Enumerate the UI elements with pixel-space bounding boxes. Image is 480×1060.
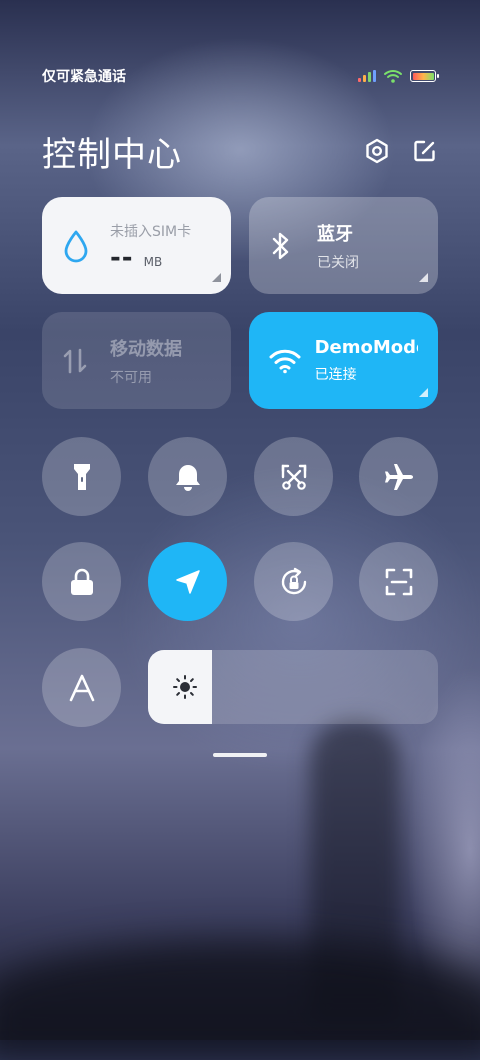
flashlight-icon	[73, 463, 90, 490]
wifi-icon	[269, 349, 301, 373]
home-indicator[interactable]	[213, 753, 267, 757]
bluetooth-text: 蓝牙 已关闭	[317, 220, 359, 272]
status-icons	[358, 69, 439, 83]
page-title: 控制中心	[42, 134, 182, 175]
wifi-tile[interactable]: DemoMode 已连接	[249, 312, 438, 409]
letter-a-icon	[69, 674, 94, 701]
data-usage-value: --	[110, 242, 134, 271]
carrier-status-text: 仅可紧急通话	[42, 69, 126, 85]
ringer-toggle[interactable]	[148, 437, 227, 516]
wifi-status: 已连接	[314, 367, 357, 383]
screenshot-toggle[interactable]	[254, 437, 333, 516]
mobile-data-text: 移动数据 不可用	[110, 335, 182, 387]
control-center-header: 控制中心	[42, 126, 438, 176]
bluetooth-icon-wrap	[269, 231, 309, 261]
edit-icon	[414, 140, 435, 162]
battery-icon	[410, 70, 439, 82]
data-usage-icon-wrap	[62, 229, 102, 263]
mobile-data-arrows-icon	[63, 348, 87, 373]
lock-screen-toggle[interactable]	[42, 542, 121, 621]
auto-brightness-toggle[interactable]	[42, 648, 121, 727]
signal-bars-icon	[358, 70, 376, 82]
expand-corner-icon	[419, 388, 428, 397]
battery-level	[412, 72, 434, 80]
data-value-row: -- MB	[110, 245, 191, 271]
expand-corner-icon	[212, 273, 221, 282]
airplane-icon	[384, 463, 413, 490]
water-drop-icon	[64, 230, 88, 262]
data-usage-tile[interactable]: 未插入SIM卡 -- MB	[42, 197, 231, 294]
mobile-data-title: 移动数据	[110, 338, 182, 360]
rotation-lock-icon	[281, 567, 306, 594]
sim-status-label: 未插入SIM卡	[110, 223, 192, 240]
settings-hexagon-icon	[366, 138, 388, 164]
location-toggle[interactable]	[148, 542, 227, 621]
scissors-screenshot-icon	[281, 464, 306, 490]
airplane-mode-toggle[interactable]	[359, 437, 438, 516]
bluetooth-icon	[272, 232, 289, 259]
bluetooth-status: 已关闭	[317, 254, 359, 271]
settings-button[interactable]	[364, 138, 390, 164]
mobile-data-status: 不可用	[110, 369, 152, 386]
status-bar: 仅可紧急通话	[42, 64, 439, 88]
scanner-toggle[interactable]	[359, 542, 438, 621]
bluetooth-tile[interactable]: 蓝牙 已关闭	[249, 197, 438, 294]
scan-frame-icon	[385, 568, 412, 595]
location-arrow-icon	[175, 569, 200, 594]
bluetooth-title: 蓝牙	[317, 223, 353, 245]
wifi-text: DemoMode 已连接	[315, 337, 418, 384]
background-ground	[0, 940, 480, 1060]
bell-icon	[175, 464, 200, 491]
brightness-slider[interactable]	[148, 650, 438, 724]
lock-icon	[70, 568, 93, 595]
mobile-data-tile[interactable]: 移动数据 不可用	[42, 312, 231, 409]
mobile-data-icon-wrap	[62, 346, 102, 376]
header-actions	[364, 138, 438, 164]
wifi-icon-wrap	[269, 348, 307, 374]
sun-icon	[173, 675, 197, 699]
edit-button[interactable]	[412, 138, 438, 164]
data-usage-unit: MB	[143, 254, 163, 269]
flashlight-toggle[interactable]	[42, 437, 121, 516]
auto-rotate-toggle[interactable]	[254, 542, 333, 621]
wifi-network-name: DemoMode	[314, 337, 418, 358]
expand-corner-icon	[419, 273, 428, 282]
wifi-icon	[384, 70, 402, 83]
data-usage-text: 未插入SIM卡 -- MB	[110, 221, 191, 271]
